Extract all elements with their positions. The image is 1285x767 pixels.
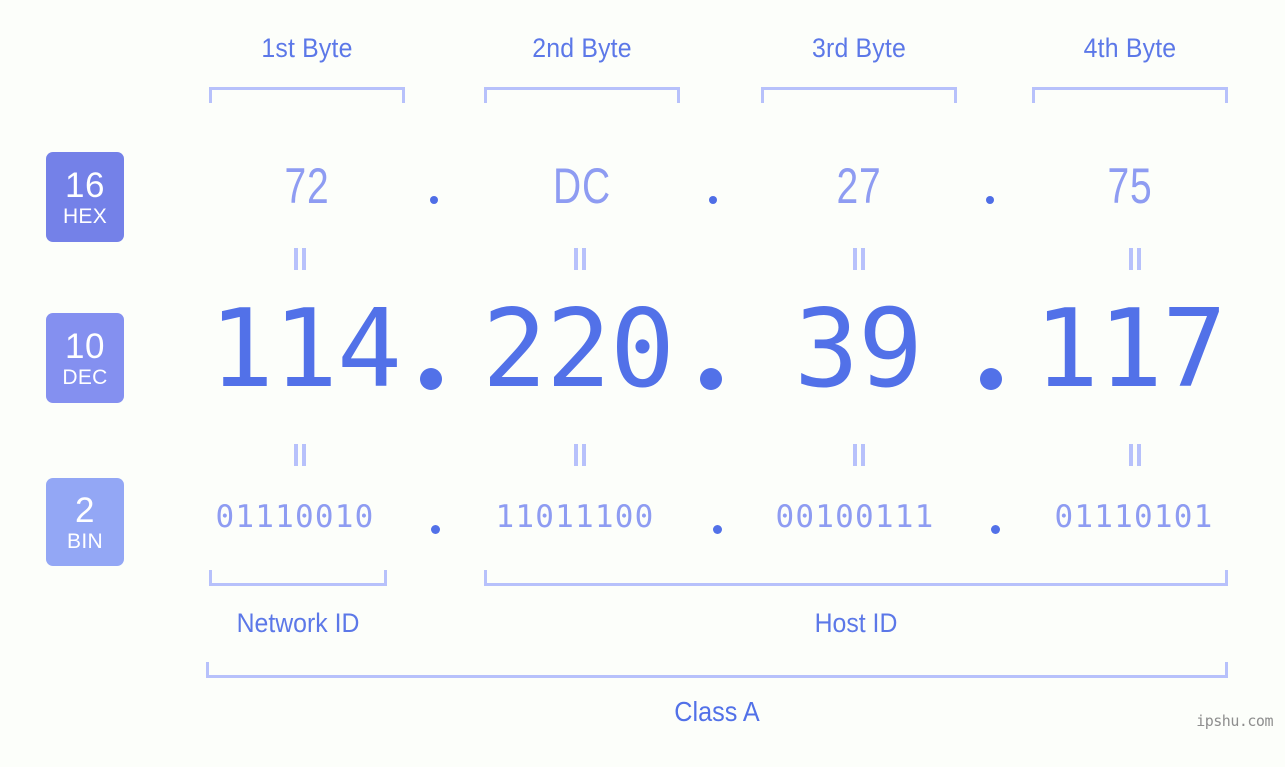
class-bracket bbox=[206, 662, 1228, 678]
equals-mark-hex-dec-2 bbox=[572, 248, 588, 270]
network-id-bracket bbox=[209, 570, 387, 586]
dec-separator-1 bbox=[420, 368, 442, 390]
dec-octet-4: 117 bbox=[1033, 287, 1227, 412]
hex-separator-1 bbox=[430, 196, 438, 204]
bin-octet-2: 11011100 bbox=[495, 499, 655, 535]
base-badge-hex-label: HEX bbox=[62, 204, 108, 228]
hex-separator-3 bbox=[986, 196, 994, 204]
equals-mark-dec-bin-1 bbox=[292, 444, 308, 466]
hex-octet-4: 75 bbox=[1107, 158, 1153, 214]
byte-header-2: 2nd Byte bbox=[532, 33, 632, 63]
base-badge-bin-label: BIN bbox=[67, 529, 103, 553]
base-badge-dec: 10 DEC bbox=[46, 313, 124, 403]
base-badge-hex-number: 16 bbox=[65, 165, 105, 205]
equals-mark-hex-dec-3 bbox=[851, 248, 867, 270]
dec-octet-3: 39 bbox=[793, 287, 923, 412]
hex-octet-2: DC bbox=[553, 158, 611, 214]
bin-octet-1: 01110010 bbox=[215, 499, 375, 535]
base-badge-dec-number: 10 bbox=[65, 326, 105, 366]
byte-header-3: 3rd Byte bbox=[812, 33, 906, 63]
host-id-bracket bbox=[484, 570, 1228, 586]
base-badge-dec-label: DEC bbox=[62, 365, 108, 389]
dec-separator-2 bbox=[700, 368, 722, 390]
network-id-label: Network ID bbox=[236, 608, 360, 638]
host-id-label: Host ID bbox=[814, 608, 898, 638]
equals-mark-hex-dec-4 bbox=[1127, 248, 1143, 270]
hex-octet-3: 27 bbox=[836, 158, 882, 214]
site-watermark: ipshu.com bbox=[1196, 712, 1273, 730]
base-badge-bin: 2 BIN bbox=[46, 478, 124, 566]
dec-separator-3 bbox=[980, 368, 1002, 390]
base-badge-hex: 16 HEX bbox=[46, 152, 124, 242]
ip-address-diagram: 1st Byte 2nd Byte 3rd Byte 4th Byte 16 H… bbox=[0, 0, 1285, 767]
class-label: Class A bbox=[674, 696, 760, 727]
byte-bracket-4 bbox=[1032, 87, 1228, 103]
dec-octet-2: 220 bbox=[481, 287, 675, 412]
bin-separator-2 bbox=[713, 525, 722, 534]
byte-bracket-1 bbox=[209, 87, 405, 103]
equals-mark-hex-dec-1 bbox=[292, 248, 308, 270]
bin-separator-3 bbox=[991, 525, 1000, 534]
hex-separator-2 bbox=[709, 196, 717, 204]
hex-octet-1: 72 bbox=[284, 158, 330, 214]
bin-octet-4: 01110101 bbox=[1054, 499, 1214, 535]
byte-header-1: 1st Byte bbox=[261, 33, 353, 63]
byte-header-4: 4th Byte bbox=[1083, 33, 1177, 63]
equals-mark-dec-bin-3 bbox=[851, 444, 867, 466]
byte-bracket-2 bbox=[484, 87, 680, 103]
equals-mark-dec-bin-2 bbox=[572, 444, 588, 466]
byte-bracket-3 bbox=[761, 87, 957, 103]
bin-octet-3: 00100111 bbox=[775, 499, 935, 535]
equals-mark-dec-bin-4 bbox=[1127, 444, 1143, 466]
dec-octet-1: 114 bbox=[208, 287, 402, 412]
base-badge-bin-number: 2 bbox=[75, 490, 95, 530]
bin-separator-1 bbox=[431, 525, 440, 534]
